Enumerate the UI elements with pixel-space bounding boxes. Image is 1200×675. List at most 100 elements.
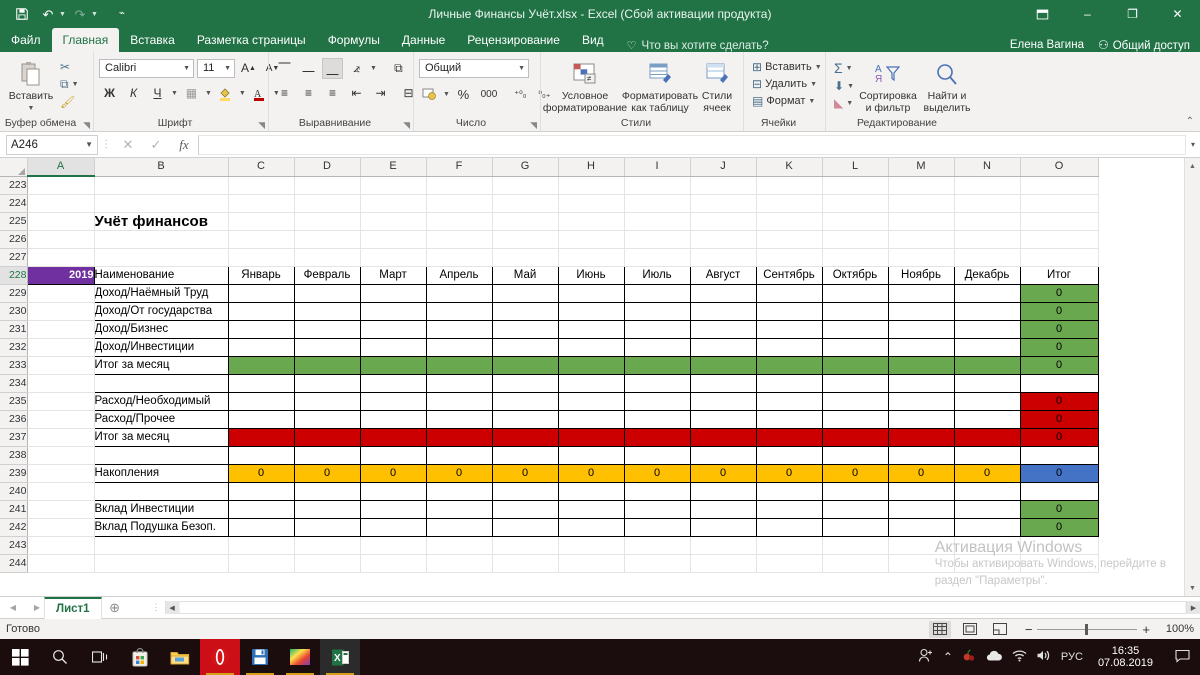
zoom-level-label[interactable]: 100% <box>1158 623 1194 635</box>
cell-M234[interactable] <box>887 373 955 393</box>
cell-I242[interactable] <box>623 517 691 537</box>
column-header-c[interactable]: C <box>228 158 295 177</box>
cell-O236[interactable]: 0 <box>1019 409 1099 429</box>
cell-N241[interactable] <box>953 499 1021 519</box>
cell-M224[interactable] <box>888 194 955 213</box>
cell-H234[interactable] <box>557 373 625 393</box>
column-header-k[interactable]: K <box>756 158 823 177</box>
cell-O235[interactable]: 0 <box>1019 391 1099 411</box>
table-row[interactable]: 239 Накопления 0 0 0 0 0 0 0 0 0 0 0 0 0 <box>0 463 1099 483</box>
cell-B230[interactable]: Доход/От государства <box>93 301 229 321</box>
cell-E241[interactable] <box>359 499 427 519</box>
cell-B235[interactable]: Расход/Необходимый <box>93 391 229 411</box>
cell-H225[interactable] <box>558 212 625 231</box>
table-row[interactable]: 228 2019 Наименование Январь Февраль Март Апре… <box>0 265 1099 285</box>
paste-button[interactable]: Вставить ▼ <box>5 57 57 116</box>
cell-B229[interactable]: Доход/Наёмный Труд <box>93 283 229 303</box>
cell-M243[interactable] <box>888 536 955 555</box>
cell-E235[interactable] <box>359 391 427 411</box>
cell-A234[interactable] <box>27 374 95 393</box>
cell-N230[interactable] <box>953 301 1021 321</box>
cell-N232[interactable] <box>953 337 1021 357</box>
cell-F240[interactable] <box>425 481 493 501</box>
account-name[interactable]: Елена Вагина <box>1010 39 1084 51</box>
row-header-225[interactable]: 225 <box>0 212 28 231</box>
cell-A240[interactable] <box>27 482 95 501</box>
zoom-thumb[interactable] <box>1085 623 1089 635</box>
cell-H239[interactable]: 0 <box>557 463 625 483</box>
cell-C243[interactable] <box>228 536 295 555</box>
wrap-text-button[interactable]: ⧉ <box>388 58 409 79</box>
cell-H224[interactable] <box>558 194 625 213</box>
cell-A228[interactable]: 2019 <box>26 265 95 285</box>
cell-J225[interactable] <box>690 212 757 231</box>
cell-F230[interactable] <box>425 301 493 321</box>
column-header-d[interactable]: D <box>294 158 361 177</box>
taskbar-clock[interactable]: 16:35 07.08.2019 <box>1092 645 1159 669</box>
number-format-dropdown-icon[interactable]: ▼ <box>518 65 525 72</box>
cell-G230[interactable] <box>491 301 559 321</box>
cell-D224[interactable] <box>294 194 361 213</box>
cell-F224[interactable] <box>426 194 493 213</box>
clear-dropdown-icon[interactable]: ▼ <box>846 100 853 107</box>
cell-I230[interactable] <box>623 301 691 321</box>
cell-I240[interactable] <box>623 481 691 501</box>
copy-dropdown-icon[interactable]: ▼ <box>72 81 79 88</box>
cell-B231[interactable]: Доход/Бизнес <box>93 319 229 339</box>
accounting-format-button[interactable] <box>419 84 440 105</box>
cell-J233[interactable] <box>689 355 757 375</box>
cell-M225[interactable] <box>888 212 955 231</box>
column-header-o[interactable]: O <box>1020 158 1099 177</box>
delete-cells-button[interactable]: ⊟ Удалить ▼ <box>749 76 820 92</box>
cell-J244[interactable] <box>690 554 757 573</box>
cell-A225[interactable] <box>27 212 95 231</box>
cell-F244[interactable] <box>426 554 493 573</box>
cell-J242[interactable] <box>689 517 757 537</box>
cell-C227[interactable] <box>228 248 295 267</box>
cell-A236[interactable] <box>27 410 95 429</box>
cell-I224[interactable] <box>624 194 691 213</box>
cell-D237[interactable] <box>293 427 361 447</box>
select-all-button[interactable] <box>0 158 28 177</box>
cell-A226[interactable] <box>27 230 95 249</box>
cell-L227[interactable] <box>822 248 889 267</box>
zoom-in-button[interactable]: + <box>1142 622 1150 637</box>
cell-B243[interactable] <box>94 536 229 555</box>
cell-styles-button[interactable]: Стили ячеек <box>696 57 738 116</box>
cell-H243[interactable] <box>558 536 625 555</box>
cell-I237[interactable] <box>623 427 691 447</box>
cell-E244[interactable] <box>360 554 427 573</box>
prev-sheet-button[interactable]: ◀ <box>6 603 20 612</box>
cell-K224[interactable] <box>756 194 823 213</box>
cell-H236[interactable] <box>557 409 625 429</box>
find-select-button[interactable]: Найти и выделить <box>919 57 975 116</box>
cell-N243[interactable] <box>954 536 1021 555</box>
column-header-b[interactable]: B <box>94 158 229 177</box>
table-row[interactable]: 240 <box>0 481 1099 501</box>
align-top-button[interactable]: ⎺ <box>274 58 295 79</box>
cell-H237[interactable] <box>557 427 625 447</box>
table-row[interactable]: 234 <box>0 373 1099 393</box>
cell-F235[interactable] <box>425 391 493 411</box>
cell-K237[interactable] <box>755 427 823 447</box>
cell-J243[interactable] <box>690 536 757 555</box>
row-header-240[interactable]: 240 <box>0 482 28 501</box>
cell-M241[interactable] <box>887 499 955 519</box>
scroll-up-button[interactable]: ▲ <box>1184 158 1200 174</box>
cell-F229[interactable] <box>425 283 493 303</box>
cell-F231[interactable] <box>425 319 493 339</box>
cell-K233[interactable] <box>755 355 823 375</box>
cell-C224[interactable] <box>228 194 295 213</box>
name-box[interactable]: A246 ▼ <box>6 134 98 155</box>
row-header-243[interactable]: 243 <box>0 536 28 555</box>
cell-K239[interactable]: 0 <box>755 463 823 483</box>
formula-input[interactable] <box>198 134 1186 155</box>
cell-L228[interactable]: Октябрь <box>821 265 889 285</box>
hscroll-splitter[interactable]: ⋮ <box>148 602 165 613</box>
cell-C241[interactable] <box>227 499 295 519</box>
cell-H238[interactable] <box>557 445 625 465</box>
cell-N224[interactable] <box>954 194 1021 213</box>
cell-H244[interactable] <box>558 554 625 573</box>
cell-I229[interactable] <box>623 283 691 303</box>
cell-E230[interactable] <box>359 301 427 321</box>
